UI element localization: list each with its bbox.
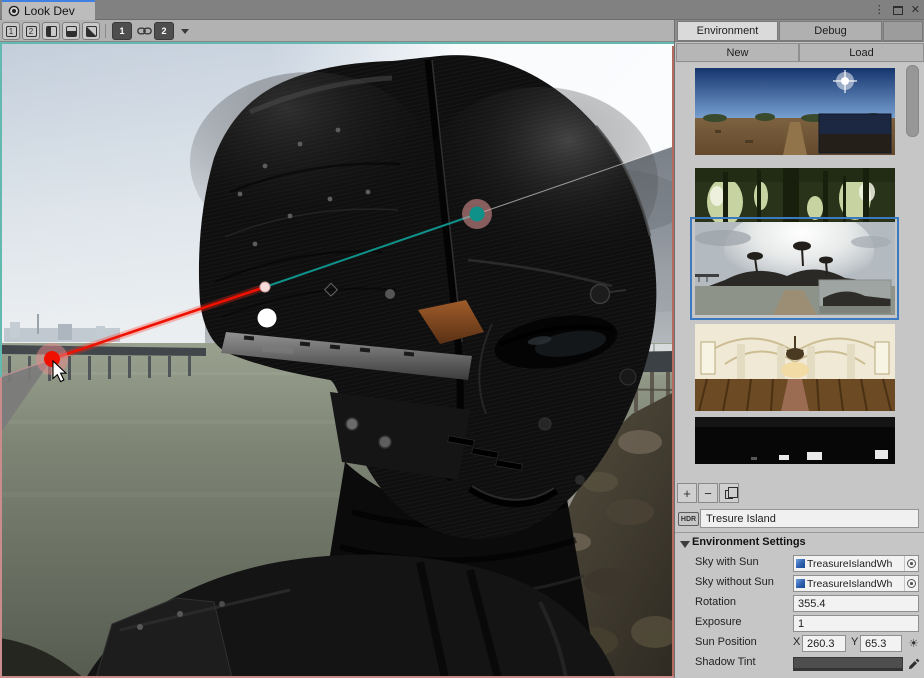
environment-name-field[interactable]: Tresure Island xyxy=(700,509,919,528)
shadow-tint-swatch[interactable] xyxy=(793,657,903,671)
lookdev-viewport[interactable] xyxy=(0,42,674,678)
rotation-label: Rotation xyxy=(695,596,736,608)
toolbar-separator xyxy=(105,24,106,38)
window-menu-icon[interactable]: ⋮ xyxy=(874,5,885,16)
env-thumbnail-treasure-island[interactable] xyxy=(695,222,895,315)
separator xyxy=(675,532,924,533)
sky-without-sun-label: Sky without Sun xyxy=(695,576,774,588)
object-picker-icon xyxy=(907,579,916,588)
single-view-2-icon: 2 xyxy=(26,26,37,37)
sky-without-sun-field[interactable]: TreasureIslandWh xyxy=(793,575,919,592)
exposure-label: Exposure xyxy=(695,616,741,628)
layout-split-horizontal-button[interactable] xyxy=(62,22,80,40)
env-thumbnail-church-interior[interactable] xyxy=(695,324,895,411)
add-environment-button[interactable]: + xyxy=(677,483,697,503)
settings-header[interactable]: Environment Settings xyxy=(692,536,806,548)
camera-2-button[interactable]: 2 xyxy=(154,22,174,40)
camera-options-dropdown[interactable] xyxy=(178,22,192,40)
lookdev-tab[interactable]: Look Dev xyxy=(2,0,95,20)
thumbnail-scrollbar[interactable] xyxy=(906,65,919,137)
separator-handle-teal[interactable] xyxy=(470,207,485,222)
pick-sun-button[interactable]: ☀ xyxy=(906,636,921,651)
tab-debug[interactable]: Debug xyxy=(779,21,882,41)
chevron-down-icon xyxy=(181,29,189,34)
eyedropper-button[interactable] xyxy=(906,656,921,671)
split-zone-icon xyxy=(86,26,97,37)
exposure-field[interactable]: 1 xyxy=(793,615,919,632)
tab-spacer xyxy=(883,21,923,41)
eye-icon xyxy=(8,5,20,17)
sky-with-sun-label: Sky with Sun xyxy=(695,556,759,568)
hdr-badge: HDR xyxy=(678,512,699,526)
sun-x-field[interactable]: 260.3 xyxy=(802,635,846,652)
environment-actions-row: New Load xyxy=(675,42,924,63)
split-horizontal-icon xyxy=(66,26,77,37)
layout-split-zone-button[interactable] xyxy=(82,22,100,40)
link-icon xyxy=(137,26,152,36)
shadow-tint-label: Shadow Tint xyxy=(695,656,756,668)
env-thumbnail-night[interactable] xyxy=(695,417,895,464)
plus-icon: + xyxy=(683,487,691,500)
sun-y-field[interactable]: 65.3 xyxy=(860,635,902,652)
foldout-arrow-icon[interactable] xyxy=(680,541,690,548)
separator-midpoint-handle[interactable] xyxy=(260,282,270,292)
panel-tab-bar: Environment Debug xyxy=(675,20,924,42)
lookdev-window: Look Dev ⋮ ✕ 1 2 1 xyxy=(0,0,924,678)
close-icon[interactable]: ✕ xyxy=(911,5,920,16)
new-environment-button[interactable]: New xyxy=(676,43,799,62)
window-title: Look Dev xyxy=(24,4,75,18)
texture-icon xyxy=(796,559,805,568)
split-vertical-icon xyxy=(46,26,57,37)
remove-environment-button[interactable]: − xyxy=(698,483,718,503)
object-picker-button[interactable] xyxy=(904,556,918,571)
rotation-field[interactable]: 355.4 xyxy=(793,595,919,612)
no-sun-inset xyxy=(819,114,891,153)
env-thumbnail-sunny-field[interactable] xyxy=(695,68,895,155)
camera-1-button[interactable]: 1 xyxy=(112,22,132,40)
camera-1-icon: 1 xyxy=(119,26,124,36)
load-environment-button[interactable]: Load xyxy=(799,43,924,62)
camera-2-icon: 2 xyxy=(161,26,166,36)
no-sun-inset xyxy=(819,280,891,314)
minus-icon: − xyxy=(704,487,712,500)
layout-split-vertical-button[interactable] xyxy=(42,22,60,40)
sun-x-label: X xyxy=(793,636,800,648)
duplicate-environment-button[interactable] xyxy=(719,483,739,503)
eyedropper-icon xyxy=(908,658,920,670)
sun-y-label: Y xyxy=(851,636,858,648)
title-bar: Look Dev ⋮ ✕ xyxy=(0,0,924,20)
sun-icon: ☀ xyxy=(909,637,919,650)
single-view-1-icon: 1 xyxy=(6,26,17,37)
sun-position-label: Sun Position xyxy=(695,636,757,648)
tab-environment[interactable]: Environment xyxy=(677,21,778,41)
link-cameras-button[interactable] xyxy=(135,22,153,40)
sky-with-sun-field[interactable]: TreasureIslandWh xyxy=(793,555,919,572)
object-picker-button[interactable] xyxy=(904,576,918,591)
sun-position-gizmo[interactable] xyxy=(258,309,277,328)
layout-single-1-button[interactable]: 1 xyxy=(2,22,20,40)
maximize-icon[interactable] xyxy=(893,6,903,15)
copy-icon xyxy=(725,490,733,499)
layout-single-2-button[interactable]: 2 xyxy=(22,22,40,40)
texture-icon xyxy=(796,579,805,588)
environment-panel: Environment Debug New Load xyxy=(674,20,924,678)
lookdev-toolbar: 1 2 1 2 xyxy=(0,20,674,42)
object-picker-icon xyxy=(907,559,916,568)
